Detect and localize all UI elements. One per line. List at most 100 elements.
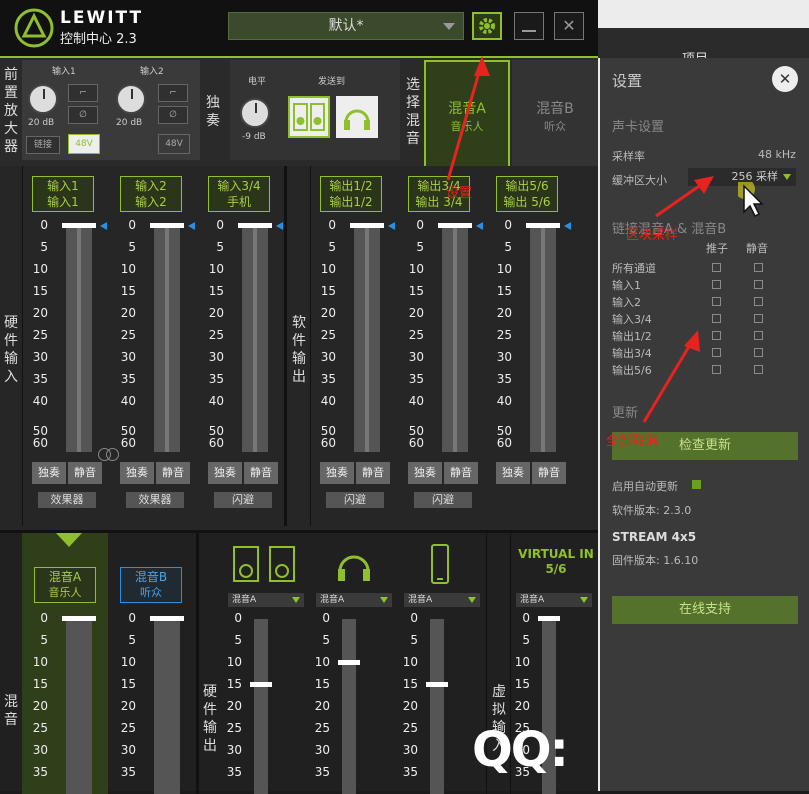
scale-tick: 60 bbox=[208, 436, 224, 450]
scale-tick: 10 bbox=[496, 262, 512, 276]
scale-tick: 20 bbox=[120, 306, 136, 320]
scale-tick: 15 bbox=[496, 284, 512, 298]
brand-subtitle: 控制中心 2.3 bbox=[60, 32, 137, 47]
link-mute-checkbox[interactable] bbox=[754, 280, 763, 289]
effect-button[interactable]: 效果器 bbox=[126, 492, 184, 508]
highpass-button-in1[interactable]: ⌐ bbox=[68, 84, 98, 102]
solo-button[interactable]: 独奏 bbox=[496, 462, 530, 484]
send-speakers-button[interactable] bbox=[288, 96, 330, 138]
select-mix-b-button[interactable]: 混音B 听众 bbox=[512, 60, 598, 168]
scale-tick: 0 bbox=[410, 611, 418, 625]
annotation-buffer: 区块采样 bbox=[626, 228, 679, 243]
link-mute-checkbox[interactable] bbox=[754, 348, 763, 357]
fader-track[interactable] bbox=[354, 226, 380, 452]
mix-fader-track[interactable] bbox=[342, 619, 356, 794]
mute-button[interactable]: 静音 bbox=[444, 462, 478, 484]
mix-fader-handle[interactable] bbox=[338, 660, 360, 665]
link-fader-checkbox[interactable] bbox=[712, 263, 721, 272]
mix-fader-track[interactable] bbox=[154, 619, 180, 794]
phantom-button-in1[interactable]: 48V bbox=[68, 134, 100, 154]
level-label: 电平 bbox=[248, 77, 267, 87]
gain-knob-in1[interactable] bbox=[28, 84, 58, 114]
mute-button[interactable]: 静音 bbox=[68, 462, 102, 484]
scale-tick: 5 bbox=[328, 240, 336, 254]
highpass-button-in2[interactable]: ⌐ bbox=[158, 84, 188, 102]
scale-tick: 25 bbox=[226, 721, 242, 735]
close-button[interactable]: ✕ bbox=[554, 12, 584, 40]
mix-fader-handle[interactable] bbox=[150, 616, 184, 621]
link-row-label: 输出1/2 bbox=[612, 330, 652, 343]
effect-button[interactable]: 闪避 bbox=[326, 492, 384, 508]
mix-fader-handle[interactable] bbox=[250, 682, 272, 687]
solo-button[interactable]: 独奏 bbox=[408, 462, 442, 484]
scale-tick: 20 bbox=[402, 699, 418, 713]
preset-dropdown[interactable]: 默认* bbox=[228, 12, 464, 40]
mute-button[interactable]: 静音 bbox=[156, 462, 190, 484]
preamp-panel: 输入1 20 dB 链接 ⌐ ∅ 48V 输入2 20 dB ⌐ ∅ 48V bbox=[22, 60, 200, 160]
link-mute-checkbox[interactable] bbox=[754, 314, 763, 323]
scale-tick: 5 bbox=[128, 633, 136, 647]
phantom-button-in2[interactable]: 48V bbox=[158, 134, 190, 154]
fader-track[interactable] bbox=[530, 226, 556, 452]
preamp-section-label: 前置放大器 bbox=[4, 67, 18, 155]
link-mute-checkbox[interactable] bbox=[754, 365, 763, 374]
send-headphones-button[interactable] bbox=[336, 96, 378, 138]
mix-fader-handle[interactable] bbox=[426, 682, 448, 687]
mix-fader-handle[interactable] bbox=[62, 616, 96, 621]
fader-track[interactable] bbox=[66, 226, 92, 452]
mute-button[interactable]: 静音 bbox=[356, 462, 390, 484]
mix-fader-track[interactable] bbox=[254, 619, 268, 794]
fader-handle[interactable] bbox=[526, 223, 560, 228]
solo-button[interactable]: 独奏 bbox=[208, 462, 242, 484]
scale-tick: 40 bbox=[32, 394, 48, 408]
link-fader-checkbox[interactable] bbox=[712, 314, 721, 323]
fader-handle[interactable] bbox=[150, 223, 184, 228]
monitor-level-knob[interactable] bbox=[240, 98, 270, 128]
fader-track[interactable] bbox=[154, 226, 180, 452]
link-fader-checkbox[interactable] bbox=[712, 365, 721, 374]
mute-button[interactable]: 静音 bbox=[244, 462, 278, 484]
scale-tick: 15 bbox=[32, 284, 48, 298]
link-button[interactable]: 链接 bbox=[26, 136, 60, 154]
select-mix-a-button[interactable]: 混音A 音乐人 bbox=[424, 60, 510, 168]
link-fader-checkbox[interactable] bbox=[712, 297, 721, 306]
gain-knob-in2[interactable] bbox=[116, 84, 146, 114]
link-mute-checkbox[interactable] bbox=[754, 297, 763, 306]
solo-button[interactable]: 独奏 bbox=[32, 462, 66, 484]
scale-tick: 0 bbox=[328, 218, 336, 232]
phase-button-in1[interactable]: ∅ bbox=[68, 106, 98, 124]
solo-button[interactable]: 独奏 bbox=[120, 462, 154, 484]
link-mute-checkbox[interactable] bbox=[754, 263, 763, 272]
title-bar: LEWITT 控制中心 2.3 默认* ✕ bbox=[0, 0, 598, 56]
link-mute-checkbox[interactable] bbox=[754, 331, 763, 340]
channel-name-box: 输入2 输入2 bbox=[120, 176, 182, 212]
fader-handle[interactable] bbox=[438, 223, 472, 228]
mix-b-name: 混音B bbox=[536, 101, 574, 117]
link-fader-checkbox[interactable] bbox=[712, 348, 721, 357]
mute-button[interactable]: 静音 bbox=[532, 462, 566, 484]
scale-tick: 30 bbox=[314, 743, 330, 757]
scale-tick: 10 bbox=[402, 655, 418, 669]
auto-update-checkbox[interactable] bbox=[692, 480, 701, 489]
link-rings-icon[interactable] bbox=[98, 448, 120, 461]
phase-button-in2[interactable]: ∅ bbox=[158, 106, 188, 124]
link-fader-checkbox[interactable] bbox=[712, 331, 721, 340]
fader-track[interactable] bbox=[442, 226, 468, 452]
mix-fader-track[interactable] bbox=[430, 619, 444, 794]
effect-button[interactable]: 效果器 bbox=[38, 492, 96, 508]
fader-track[interactable] bbox=[242, 226, 268, 452]
solo-button[interactable]: 独奏 bbox=[320, 462, 354, 484]
fader-handle[interactable] bbox=[62, 223, 96, 228]
minimize-icon bbox=[522, 30, 536, 32]
settings-button[interactable] bbox=[472, 12, 502, 40]
scale-tick: 5 bbox=[128, 240, 136, 254]
mix-fader-handle[interactable] bbox=[538, 616, 560, 621]
effect-button[interactable]: 闪避 bbox=[214, 492, 272, 508]
minimize-button[interactable] bbox=[514, 12, 544, 40]
fader-handle[interactable] bbox=[350, 223, 384, 228]
fader-handle[interactable] bbox=[238, 223, 272, 228]
link-fader-checkbox[interactable] bbox=[712, 280, 721, 289]
effect-button[interactable]: 闪避 bbox=[414, 492, 472, 508]
online-support-button[interactable]: 在线支持 bbox=[612, 596, 798, 624]
mix-fader-track[interactable] bbox=[66, 619, 92, 794]
